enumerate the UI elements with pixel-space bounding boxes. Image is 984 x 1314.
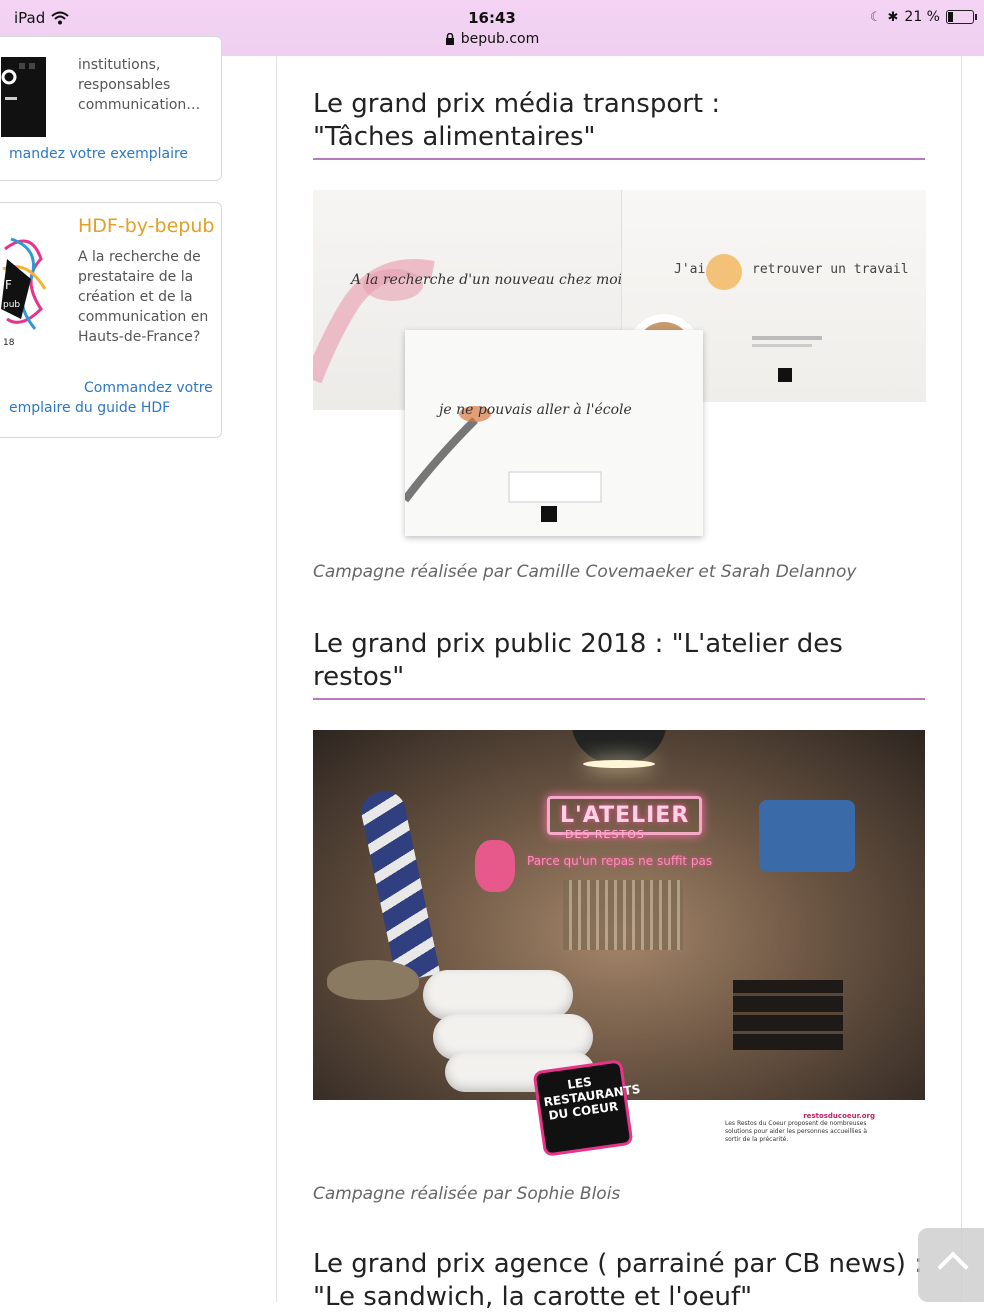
section-title-public: Le grand prix public 2018 : "L'atelier d… (313, 628, 925, 694)
poster-neon-subtitle: DES RESTOS (565, 828, 645, 841)
card-description-hdf: A la recherche de prestataire de la créa… (78, 249, 209, 345)
lamp-graphic (571, 730, 667, 764)
article-column: Le grand prix média transport : "Tâches … (276, 56, 962, 1312)
poster-footnote: restosducoeur.org Les Restos du Coeur pr… (725, 1112, 875, 1144)
section-title-transport: Le grand prix média transport : "Tâches … (313, 88, 925, 154)
title-line: Le grand prix public 2018 : "L'atelier d… (313, 629, 843, 659)
section-title-agence: Le grand prix agence ( parrainé par CB n… (313, 1248, 925, 1314)
title-line: "Le sandwich, la carotte et l'oeuf" (313, 1282, 753, 1312)
svg-text:18: 18 (3, 338, 15, 348)
order-hdf-link-line2[interactable]: emplaire du guide HDF (9, 398, 170, 418)
ad-text: A la recherche d'un nouveau chez moi (351, 272, 623, 288)
sidebar-card-hdf: F pub 18 HDF-by-bepub A la recherche de … (0, 202, 222, 438)
logo-text: LES RESTAURANTS DU COEUR (542, 1074, 642, 1123)
pillow-graphic (423, 970, 573, 1020)
sidebar-card-guide: institutions, responsables communication… (0, 36, 222, 181)
lock-icon (445, 33, 454, 45)
battery-icon (946, 10, 977, 24)
title-line: restos" (313, 662, 405, 692)
lamp-light (583, 760, 655, 768)
image-caption: Campagne réalisée par Camille Covemaeker… (313, 562, 857, 582)
ad-text: retrouver un travail (752, 262, 909, 277)
title-divider (313, 158, 925, 160)
moon-icon: ☾ (869, 9, 882, 25)
sandals-graphic (475, 840, 515, 892)
restos-logo: LES RESTAURANTS DU COEUR (535, 1062, 642, 1154)
status-right: ☾ ✱ 21 % (869, 9, 977, 25)
image-caption: Campagne réalisée par Sophie Blois (313, 1184, 621, 1204)
scroll-to-top-button[interactable] (918, 1228, 984, 1302)
poster-footnote-text: Les Restos du Coeur proposent de nombreu… (725, 1120, 867, 1143)
battery-percent: 21 % (904, 9, 940, 25)
chevron-up-icon (937, 1251, 969, 1283)
poster-site: restosducoeur.org (803, 1112, 875, 1120)
status-time: 16:43 (468, 9, 516, 27)
poster-tagline: Parce qu'un repas ne suffit pas (527, 854, 713, 868)
order-copy-link[interactable]: mandez votre exemplaire (9, 144, 188, 164)
svg-text:F: F (5, 278, 12, 292)
bluetooth-icon: ✱ (887, 9, 899, 25)
title-line: Le grand prix agence ( parrainé par CB n… (313, 1249, 923, 1279)
title-line: Le grand prix média transport : (313, 89, 721, 119)
umbrella-graphic (357, 787, 441, 983)
bag-graphic (759, 800, 855, 872)
campaign-image-taches[interactable]: A la recherche d'un nouveau chez moi J'a… (313, 190, 926, 536)
url-text[interactable]: bepub.com (461, 31, 540, 47)
order-hdf-link-line1[interactable]: Commandez votre (84, 378, 213, 398)
card-description: institutions, responsables communication… (78, 57, 201, 113)
title-divider (313, 698, 925, 700)
hat-graphic (327, 960, 419, 1000)
guide-thumbnail[interactable] (1, 57, 46, 137)
books-graphic (733, 980, 843, 1050)
ad-text: J'ai (674, 262, 706, 277)
ad-text: je ne pouvais aller à l'école (439, 402, 632, 418)
ad-panel: je ne pouvais aller à l'école (405, 330, 703, 536)
svg-text:pub: pub (3, 300, 20, 310)
title-line: "Tâches alimentaires" (313, 122, 596, 152)
campaign-image-atelier[interactable]: L'ATELIER DES RESTOS Parce qu'un repas n… (313, 730, 925, 1100)
card-title-hdf[interactable]: HDF-by-bepub (78, 215, 214, 237)
tools-graphic (563, 880, 683, 950)
hdf-thumbnail[interactable]: F pub 18 (1, 219, 49, 365)
